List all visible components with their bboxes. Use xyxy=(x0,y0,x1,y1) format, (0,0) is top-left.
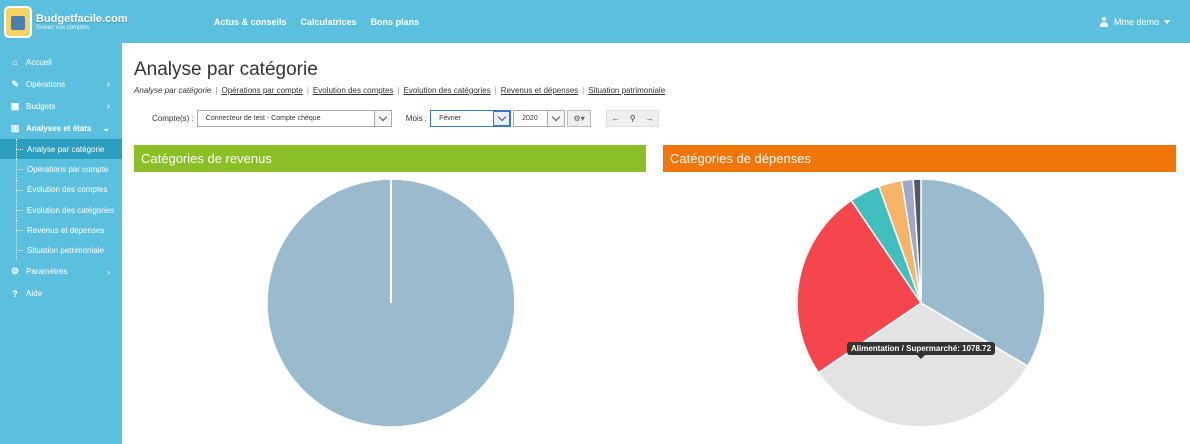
sidebar-item-label: Accueil xyxy=(26,57,52,67)
sidebar-item-budgets[interactable]: ▦ Budgets › xyxy=(0,95,122,117)
sidebar-subitem-operations-compte[interactable]: Opérations par compte xyxy=(0,159,122,180)
top-bar: Budgetfacile.com Suivez vos comptes Actu… xyxy=(0,0,1190,43)
chevron-right-icon: › xyxy=(107,266,110,277)
logo[interactable]: Budgetfacile.com Suivez vos comptes xyxy=(4,4,128,40)
breadcrumb-link-evolution-comptes[interactable]: Evolution des comptes xyxy=(313,86,394,95)
logo-name: Budgetfacile.com xyxy=(36,12,128,25)
sidebar-subitem-evolution-comptes[interactable]: Evolution des comptes xyxy=(0,179,122,201)
sidebar-item-operations[interactable]: ✎ Opérations › xyxy=(0,73,122,95)
topnav-actus[interactable]: Actus & conseils xyxy=(214,17,287,27)
breadcrumb-link-revenus-depenses[interactable]: Revenus et dépenses xyxy=(501,86,578,95)
sidebar-item-label: Paramètres xyxy=(26,267,68,277)
breadcrumb-current: Analyse par catégorie xyxy=(134,86,212,95)
map-marker-icon[interactable]: ⚲ xyxy=(624,111,641,126)
logo-tagline: Suivez vos comptes xyxy=(36,24,90,31)
user-icon xyxy=(1099,16,1109,27)
sidebar: ⌂ Accueil ✎ Opérations › ▦ Budgets › ▥ A… xyxy=(0,43,127,444)
question-icon: ? xyxy=(12,288,18,299)
settings-dropdown-button[interactable]: ⚙▾ xyxy=(567,110,592,127)
annee-select[interactable]: 2020 xyxy=(513,110,566,127)
pencil-icon: ✎ xyxy=(11,78,19,89)
comptes-select[interactable]: Connecteur de test - Compte chèque xyxy=(196,110,392,127)
topnav-bons-plans[interactable]: Bons plans xyxy=(371,17,420,27)
chevron-down-icon xyxy=(373,111,391,126)
logo-icon xyxy=(4,6,32,38)
panel-depenses-title: Catégories de dépenses xyxy=(670,151,811,166)
gear-icon: ⚙▾ xyxy=(573,114,585,123)
breadcrumb-link-situation-patrimoniale[interactable]: Situation patrimoniale xyxy=(588,86,665,95)
caret-down-icon xyxy=(1164,19,1170,24)
comptes-label: Compte(s) : xyxy=(152,114,194,123)
panel-revenus-title: Catégories de revenus xyxy=(141,151,272,166)
arrow-left-icon[interactable]: ← xyxy=(607,111,624,126)
chart-tooltip: Alimentation / Supermarché: 1078.72 xyxy=(847,342,996,359)
chevron-right-icon: › xyxy=(107,101,110,111)
sidebar-item-label: Analyses et états xyxy=(26,123,92,133)
mois-select[interactable]: Février xyxy=(430,110,512,127)
chevron-down-icon xyxy=(493,111,511,126)
breadcrumb-link-evolution-categories[interactable]: Evolution des catégories xyxy=(404,86,491,95)
chevron-down-icon: ⌄ xyxy=(102,123,110,133)
user-menu[interactable]: Mme demo xyxy=(1099,0,1170,43)
calendar-icon: ▦ xyxy=(10,100,20,111)
panel-depenses-header: Catégories de dépenses xyxy=(663,145,1176,172)
sidebar-item-label: Budgets xyxy=(26,101,56,111)
bar-chart-icon: ▥ xyxy=(10,122,20,133)
topnav-calculatrices[interactable]: Calculatrices xyxy=(301,17,357,27)
breadcrumb-link-operations-compte[interactable]: Opérations par compte xyxy=(221,86,302,95)
user-name: Mme demo xyxy=(1113,16,1159,27)
cogs-icon: ⚙ xyxy=(10,266,20,277)
sidebar-subitem-analyse-categorie[interactable]: Analyse par catégorie xyxy=(0,139,127,160)
main-content: Analyse par catégorie Analyse par catégo… xyxy=(122,43,1190,444)
sidebar-item-analyses[interactable]: ▥ Analyses et états ⌄ xyxy=(0,117,122,139)
filters-bar: Compte(s) : Connecteur de test - Compte … xyxy=(152,109,660,128)
top-nav: Actus & conseils Calculatrices Bons plan… xyxy=(214,0,419,43)
sidebar-item-parametres[interactable]: ⚙ Paramètres › xyxy=(0,261,122,283)
depenses-pie-chart[interactable] xyxy=(795,177,1047,429)
sidebar-subitem-situation-patrimoniale[interactable]: Situation patrimoniale xyxy=(0,240,122,262)
sidebar-item-label: Opérations xyxy=(26,79,66,89)
chevron-down-icon xyxy=(547,111,565,126)
sidebar-subitem-evolution-categories[interactable]: Evolution des catégories xyxy=(0,199,122,221)
page-title: Analyse par catégorie xyxy=(134,59,318,80)
mois-label: Mois : xyxy=(405,114,428,123)
panel-revenus-header: Catégories de revenus xyxy=(134,145,646,172)
sidebar-item-accueil[interactable]: ⌂ Accueil xyxy=(0,51,122,73)
arrow-right-icon[interactable]: → xyxy=(641,111,658,126)
revenus-pie-chart[interactable] xyxy=(265,177,517,429)
sidebar-item-label: Aide xyxy=(26,289,43,299)
chevron-right-icon: › xyxy=(107,79,110,89)
home-icon: ⌂ xyxy=(12,57,18,67)
period-nav: ← ⚲ → xyxy=(606,110,660,127)
sidebar-item-aide[interactable]: ? Aide xyxy=(0,283,122,305)
sidebar-subitem-revenus-depenses[interactable]: Revenus et dépenses xyxy=(0,220,122,241)
breadcrumb: Analyse par catégorie | Opérations par c… xyxy=(134,86,666,95)
